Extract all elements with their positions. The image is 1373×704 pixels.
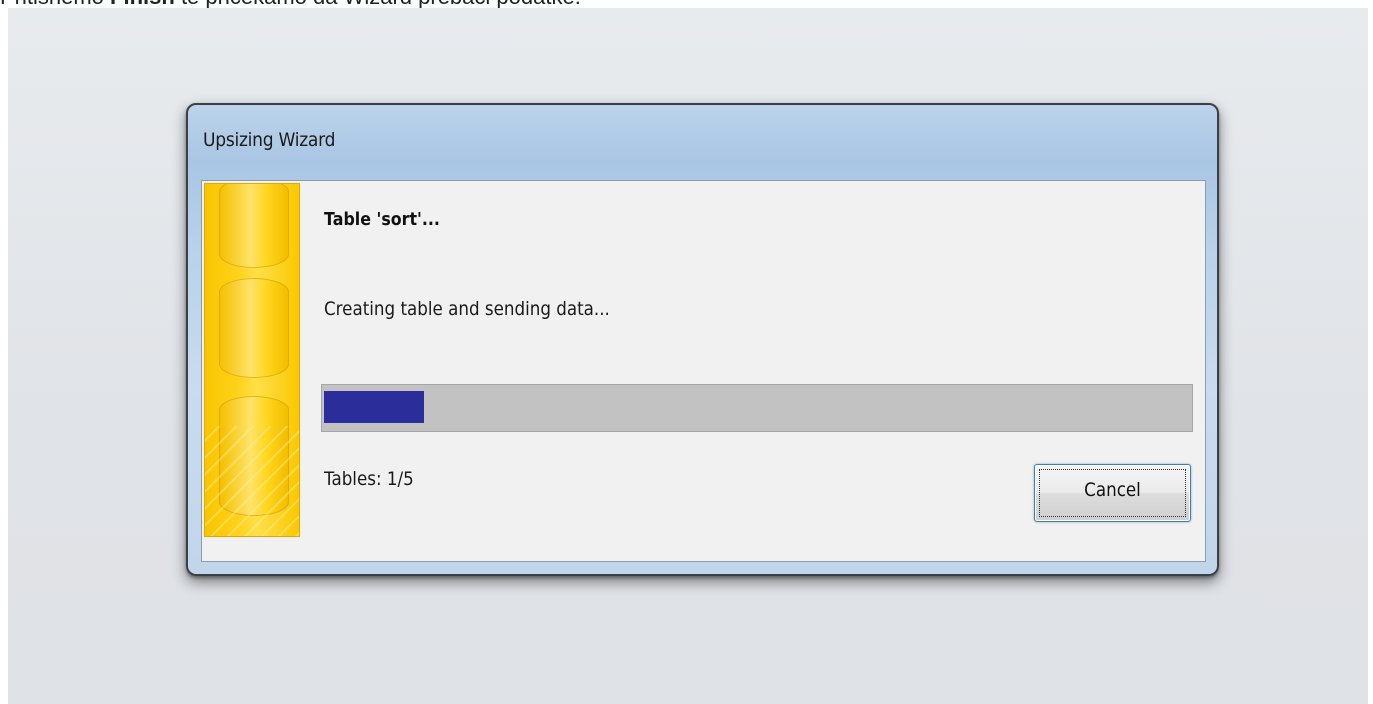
cylinder-middle [219, 278, 289, 378]
tables-count: Tables: 1/5 [324, 468, 414, 490]
cancel-button-label: Cancel [1084, 479, 1141, 501]
dialog-client-area: Table 'sort'... Creating table and sendi… [201, 180, 1206, 562]
cylinder-top [219, 184, 289, 268]
banner-stripes [205, 426, 299, 536]
task-heading: Table 'sort'... [324, 209, 440, 230]
dialog-title: Upsizing Wizard [203, 129, 336, 151]
progress-bar [321, 384, 1193, 432]
status-text: Creating table and sending data... [324, 298, 610, 320]
cancel-button[interactable]: Cancel [1034, 464, 1191, 522]
upsizing-wizard-dialog: Upsizing Wizard Table 'sort'... Creating… [186, 103, 1219, 576]
database-cylinders-icon [204, 183, 300, 537]
page-caption: Pritisnemo Finish te pričekamo da Wizard… [0, 0, 581, 8]
progress-fill [324, 391, 424, 423]
